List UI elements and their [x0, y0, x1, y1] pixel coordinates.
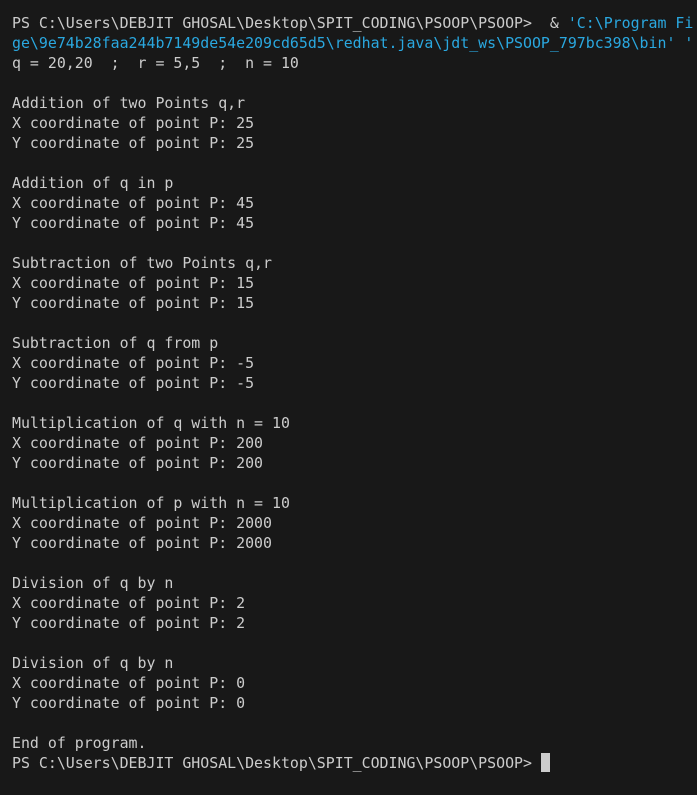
final-prompt-line[interactable]: PS C:\Users\DEBJIT GHOSAL\Desktop\SPIT_C…	[12, 753, 697, 773]
output-line: q = 20,20 ; r = 5,5 ; n = 10	[12, 54, 299, 72]
output-line: Y coordinate of point P: 2000	[12, 534, 272, 552]
output-line: X coordinate of point P: 0	[12, 674, 246, 692]
command-string-tail: '	[684, 34, 694, 52]
prompt: PS C:\Users\DEBJIT GHOSAL\Desktop\SPIT_C…	[12, 14, 532, 32]
terminal[interactable]: PS C:\Users\DEBJIT GHOSAL\Desktop\SPIT_C…	[12, 13, 697, 773]
text-cursor	[540, 753, 550, 772]
output-line: Multiplication of p with n = 10	[12, 494, 290, 512]
output-line: Y coordinate of point P: 15	[12, 294, 255, 312]
command-line-wrap: ge\9e74b28faa244b7149de54e209cd65d5\redh…	[12, 33, 697, 53]
output-line: X coordinate of point P: 45	[12, 194, 255, 212]
output-line: Y coordinate of point P: 25	[12, 134, 255, 152]
output-line: Addition of two Points q,r	[12, 94, 246, 112]
output-line: X coordinate of point P: 15	[12, 274, 255, 292]
output-line: Division of q by n	[12, 654, 174, 672]
output-line: X coordinate of point P: 2000	[12, 514, 272, 532]
command-string: 'C:\Program Fi	[567, 14, 694, 32]
output-line: Y coordinate of point P: 0	[12, 694, 246, 712]
output-line: X coordinate of point P: -5	[12, 354, 255, 372]
output-line: X coordinate of point P: 25	[12, 114, 255, 132]
output-line: End of program.	[12, 734, 147, 752]
command-line: PS C:\Users\DEBJIT GHOSAL\Desktop\SPIT_C…	[12, 13, 697, 33]
program-output: q = 20,20 ; r = 5,5 ; n = 10 Addition of …	[12, 53, 697, 753]
output-line: Division of q by n	[12, 574, 174, 592]
output-line: X coordinate of point P: 2	[12, 594, 246, 612]
output-line: Y coordinate of point P: -5	[12, 374, 255, 392]
output-line: Y coordinate of point P: 45	[12, 214, 255, 232]
output-line: X coordinate of point P: 200	[12, 434, 264, 452]
output-line: Y coordinate of point P: 2	[12, 614, 246, 632]
call-operator: &	[531, 14, 568, 32]
output-line: Addition of q in p	[12, 174, 174, 192]
output-line: Y coordinate of point P: 200	[12, 454, 264, 472]
output-line: Subtraction of two Points q,r	[12, 254, 272, 272]
output-line: Multiplication of q with n = 10	[12, 414, 290, 432]
final-prompt: PS C:\Users\DEBJIT GHOSAL\Desktop\SPIT_C…	[12, 754, 532, 772]
command-string-cont: ge\9e74b28faa244b7149de54e209cd65d5\redh…	[12, 34, 685, 52]
output-line: Subtraction of q from p	[12, 334, 219, 352]
